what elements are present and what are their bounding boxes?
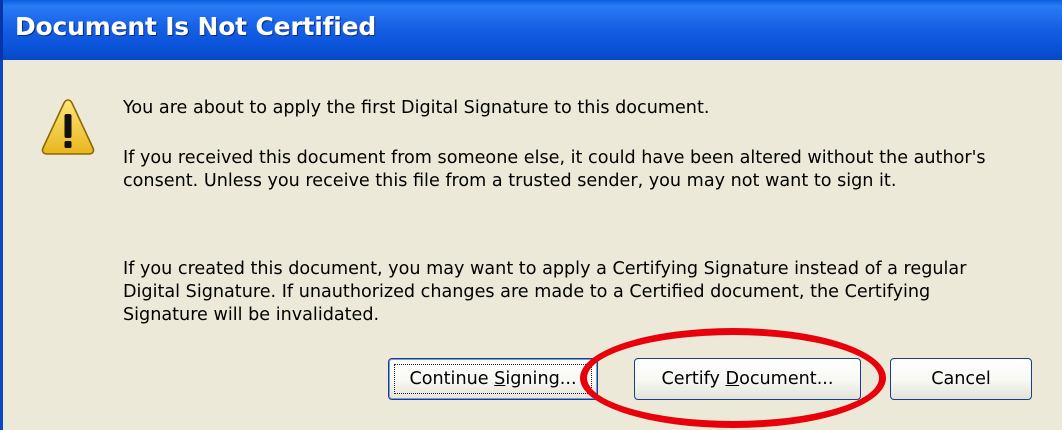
certify-document-label: Certify Document... (661, 369, 834, 389)
continue-signing-button[interactable]: Continue Signing... (388, 358, 598, 400)
focus-ring (394, 364, 592, 394)
dialog-window: Document Is Not Certified You are about … (0, 0, 1062, 430)
message-warning: If you received this document from someo… (123, 148, 986, 191)
cancel-label: Cancel (931, 369, 991, 389)
warning-icon (41, 99, 95, 155)
dialog-title: Document Is Not Certified (15, 12, 377, 41)
message-intro: You are about to apply the first Digital… (123, 98, 710, 118)
certify-document-button[interactable]: Certify Document... (634, 358, 861, 400)
title-bar[interactable]: Document Is Not Certified (0, 0, 1062, 60)
cancel-button[interactable]: Cancel (890, 358, 1032, 400)
message-certify: If you created this document, you may wa… (123, 259, 967, 325)
